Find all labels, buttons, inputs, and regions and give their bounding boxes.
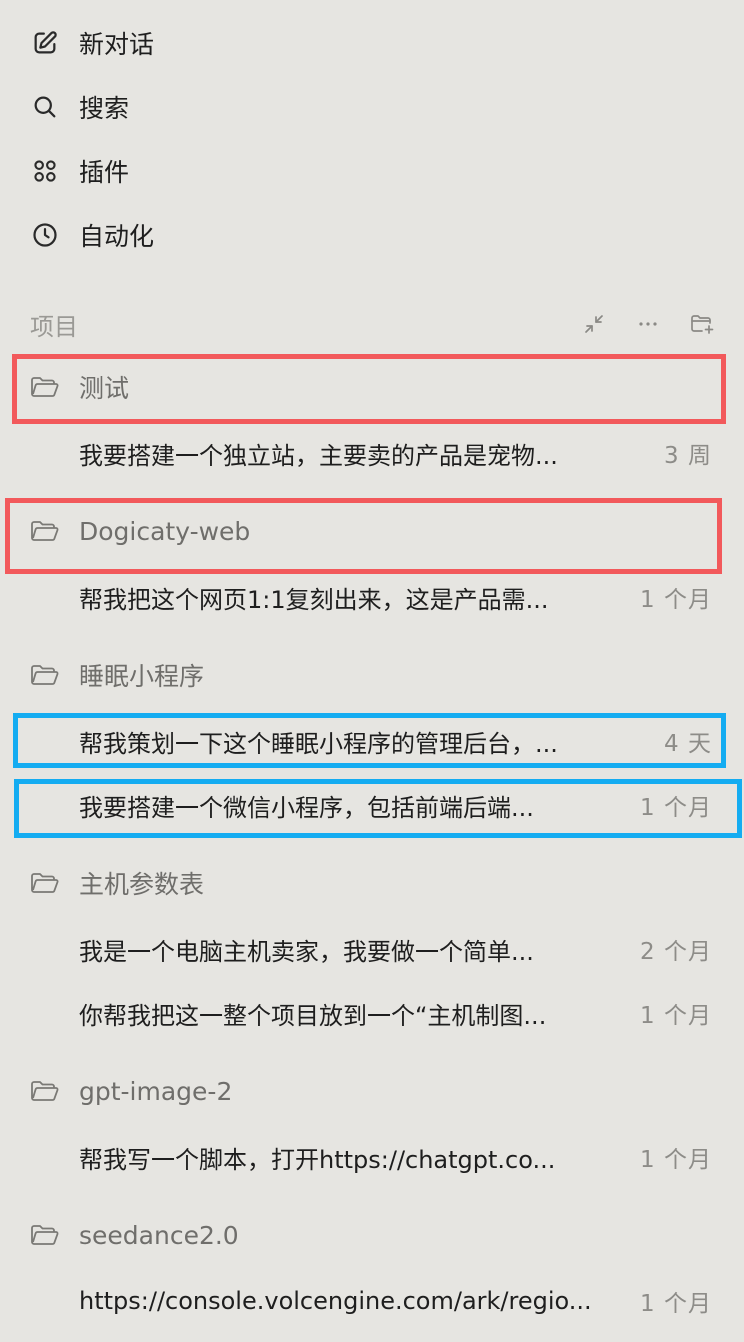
nav-new-chat[interactable]: 新对话	[30, 23, 154, 63]
chat-item[interactable]: 你帮我把这一整个项目放到一个“主机制图... 1 个月	[79, 993, 712, 1033]
chat-title: 帮我把这个网页1:1复刻出来，这是产品需...	[79, 585, 549, 614]
nav-plugins-label: 插件	[79, 158, 130, 187]
project-folder-name: Dogicaty-web	[79, 516, 251, 546]
project-folder[interactable]: seedance2.0	[30, 1215, 714, 1255]
more-icon[interactable]	[634, 310, 662, 338]
chat-time: 1 个月	[640, 587, 712, 613]
clock-icon	[30, 220, 60, 250]
projects-title: 项目	[30, 312, 78, 341]
project-folder-name: seedance2.0	[79, 1220, 239, 1250]
nav-search-label: 搜索	[79, 94, 130, 123]
project-folder-name: gpt-image-2	[79, 1076, 233, 1106]
chat-item[interactable]: 我要搭建一个独立站，主要卖的产品是宠物... 3 周	[79, 433, 712, 473]
chat-time: 1 个月	[640, 1291, 712, 1317]
folder-icon	[30, 1221, 62, 1249]
project-folder[interactable]: 睡眠小程序	[30, 655, 714, 695]
collapse-icon[interactable]	[580, 310, 608, 338]
chat-time: 1 个月	[640, 1003, 712, 1029]
projects-header: 项目	[30, 302, 716, 346]
chat-title: 我要搭建一个独立站，主要卖的产品是宠物...	[79, 441, 558, 470]
chat-item[interactable]: 帮我把这个网页1:1复刻出来，这是产品需... 1 个月	[79, 577, 712, 617]
chat-time: 4 天	[664, 731, 712, 757]
chat-time: 2 个月	[640, 939, 712, 965]
project-folder[interactable]: Dogicaty-web	[30, 511, 714, 551]
search-icon	[30, 92, 60, 122]
project-folder[interactable]: 主机参数表	[30, 863, 714, 903]
new-folder-icon[interactable]	[688, 310, 716, 338]
project-folder-name: 睡眠小程序	[79, 662, 205, 691]
chat-item[interactable]: https://console.volcengine.com/ark/regio…	[79, 1281, 712, 1321]
chat-time: 3 周	[664, 443, 712, 469]
chat-item[interactable]: 我是一个电脑主机卖家，我要做一个简单... 2 个月	[79, 929, 712, 969]
project-folder[interactable]: 测试	[30, 367, 714, 407]
nav-plugins[interactable]: 插件	[30, 151, 129, 191]
plugins-grid-icon	[30, 156, 60, 186]
nav-automation-label: 自动化	[79, 222, 155, 251]
folder-icon	[30, 1077, 62, 1105]
chat-title: 我要搭建一个微信小程序，包括前端后端...	[79, 793, 534, 822]
chat-time: 1 个月	[640, 795, 712, 821]
chat-title: 你帮我把这一整个项目放到一个“主机制图...	[79, 1001, 547, 1030]
folder-icon	[30, 661, 62, 689]
projects-actions	[580, 310, 716, 338]
nav-search[interactable]: 搜索	[30, 87, 129, 127]
chat-item[interactable]: 我要搭建一个微信小程序，包括前端后端... 1 个月	[79, 785, 712, 825]
project-folder-name: 主机参数表	[79, 870, 205, 899]
chat-title: 帮我策划一下这个睡眠小程序的管理后台，...	[79, 729, 558, 758]
folder-icon	[30, 517, 62, 545]
edit-icon	[30, 28, 60, 58]
chat-item[interactable]: 帮我策划一下这个睡眠小程序的管理后台，... 4 天	[79, 721, 712, 761]
folder-icon	[30, 869, 62, 897]
chat-item[interactable]: 帮我写一个脚本，打开https://chatgpt.co... 1 个月	[79, 1137, 712, 1177]
chat-time: 1 个月	[640, 1147, 712, 1173]
chat-title: 我是一个电脑主机卖家，我要做一个简单...	[79, 937, 534, 966]
chat-title: 帮我写一个脚本，打开https://chatgpt.co...	[79, 1145, 556, 1174]
nav-new-chat-label: 新对话	[79, 30, 155, 59]
sidebar: 新对话 搜索 插件 自动化 项目 测试 我要搭建一个独立站，主要卖的产品是宠物.…	[0, 0, 744, 1342]
nav-automation[interactable]: 自动化	[30, 215, 154, 255]
chat-title: https://console.volcengine.com/ark/regio…	[79, 1287, 592, 1315]
folder-icon	[30, 373, 62, 401]
project-folder[interactable]: gpt-image-2	[30, 1071, 714, 1111]
project-folder-name: 测试	[79, 374, 130, 403]
